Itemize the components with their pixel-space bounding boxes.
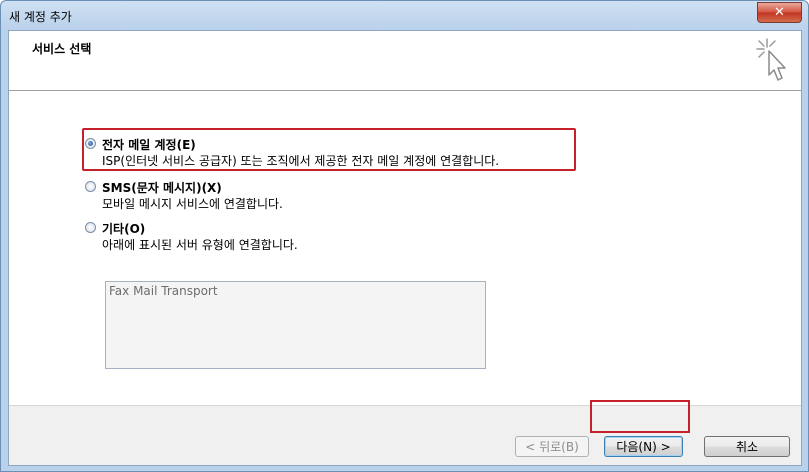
close-icon: ✕ [774, 5, 785, 20]
other-option-description: 아래에 표시된 서버 유형에 연결합니다. [102, 238, 298, 252]
close-button[interactable]: ✕ [757, 2, 802, 23]
click-cursor-icon [756, 38, 786, 81]
cancel-button-label: 취소 [735, 440, 759, 454]
back-button-label: < 뒤로(B) [525, 440, 579, 454]
page-title: 서비스 선택 [32, 42, 92, 56]
wizard-body: 전자 메일 계정(E) ISP(인터넷 서비스 공급자) 또는 조직에서 제공한… [9, 91, 801, 405]
next-button-label: 다음(N) > [616, 440, 671, 454]
cancel-button[interactable]: 취소 [704, 436, 790, 457]
next-button-highlight [590, 400, 690, 433]
email-radio[interactable] [85, 138, 96, 149]
next-button[interactable]: 다음(N) > [604, 436, 683, 457]
sms-radio[interactable] [85, 181, 96, 192]
server-type-listbox[interactable]: Fax Mail Transport [105, 281, 486, 369]
sms-option-label: SMS(문자 메시지)(X) [102, 181, 222, 195]
wizard-header: 서비스 선택 [9, 31, 801, 91]
list-item[interactable]: Fax Mail Transport [109, 284, 218, 298]
email-option-description: ISP(인터넷 서비스 공급자) 또는 조직에서 제공한 전자 메일 계정에 연… [102, 154, 500, 168]
window-title: 새 계정 추가 [9, 10, 72, 24]
title-bar[interactable]: 새 계정 추가 ✕ [1, 1, 808, 31]
back-button[interactable]: < 뒤로(B) [515, 436, 589, 457]
sms-option-description: 모바일 메시지 서비스에 연결합니다. [102, 197, 283, 211]
other-option-label: 기타(O) [102, 222, 146, 236]
email-option-label: 전자 메일 계정(E) [102, 138, 196, 152]
other-radio[interactable] [85, 222, 96, 233]
